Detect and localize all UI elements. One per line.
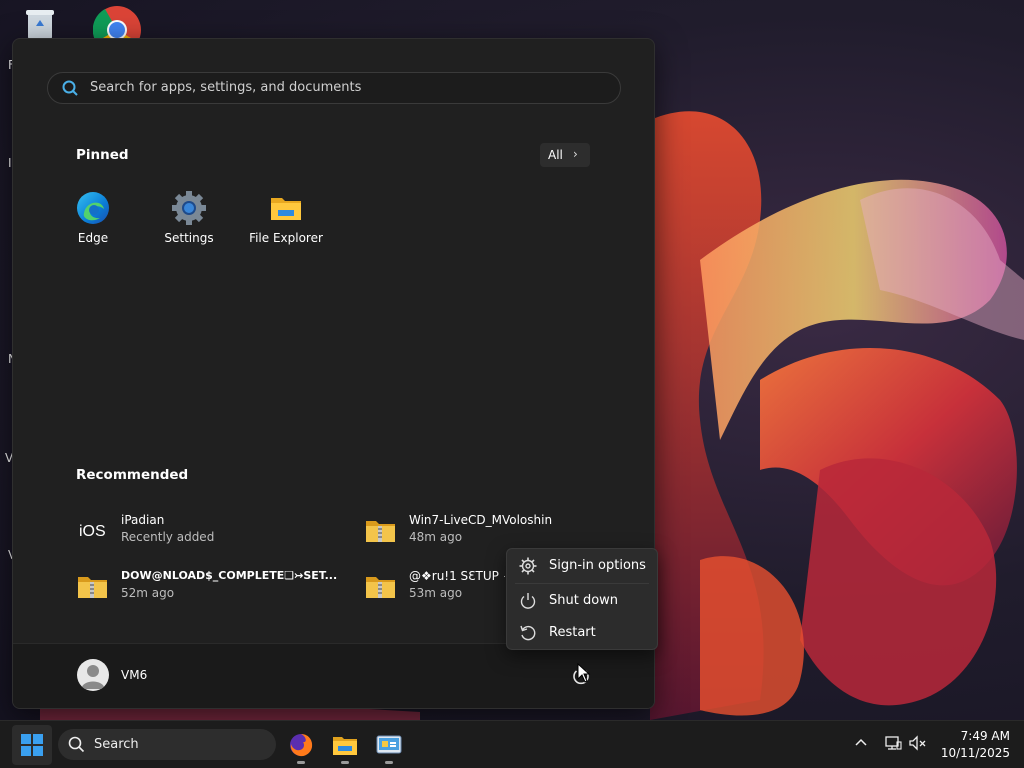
edge-icon [76, 191, 110, 225]
search-placeholder: Search for apps, settings, and documents [90, 80, 362, 95]
menu-item-label: Restart [549, 625, 596, 640]
taskbar-app-firefox[interactable] [283, 727, 319, 764]
running-indicator [341, 761, 349, 764]
taskbar-app-file-explorer[interactable] [327, 727, 363, 764]
pinned-app-label: Edge [77, 231, 109, 245]
restart-icon [519, 624, 537, 642]
desktop-label-fragment: I [8, 156, 12, 170]
sign-in-options-item[interactable]: Sign-in options [507, 551, 657, 581]
recommended-name: DOW@NLOAD$_COMPLETE❏↣SET... [121, 569, 338, 582]
pinned-app-label: File Explorer [249, 231, 323, 245]
windows-logo-icon [21, 734, 43, 756]
recommended-item[interactable]: DOW@NLOAD$_COMPLETE❏↣SET... 52m ago [77, 567, 347, 607]
power-icon [519, 592, 537, 610]
zip-folder-icon [365, 515, 397, 545]
taskbar-search-label: Search [94, 737, 139, 752]
show-hidden-icons-chevron-icon[interactable] [853, 734, 869, 754]
search-icon [62, 80, 78, 100]
pinned-app-edge[interactable]: Edge [48, 179, 138, 251]
recommended-time: Recently added [121, 530, 215, 544]
pinned-title: Pinned [76, 147, 129, 163]
file-explorer-icon [332, 733, 358, 761]
taskbar-search[interactable]: Search [58, 729, 276, 760]
settings-gear-icon [172, 191, 206, 225]
recommended-time: 48m ago [409, 530, 463, 544]
recommended-time: 53m ago [409, 586, 463, 600]
start-search-box[interactable]: Search for apps, settings, and documents [47, 72, 621, 104]
running-indicator [385, 761, 393, 764]
shut-down-item[interactable]: Shut down [507, 586, 657, 616]
ios-icon: iOS [77, 515, 109, 545]
zip-folder-icon [365, 571, 397, 601]
running-indicator [297, 761, 305, 764]
recommended-name: @❖ru!1 SƐTUP {(6 [409, 569, 505, 583]
chevron-right-icon: › [573, 147, 578, 161]
taskbar: Search 7:49 AM 10/11/2025 [0, 720, 1024, 768]
recommended-item[interactable]: iOS iPadian Recently added [77, 511, 337, 551]
restart-item[interactable]: Restart [507, 618, 657, 648]
search-icon [68, 736, 85, 757]
folder-icon [269, 191, 303, 225]
user-avatar[interactable] [77, 659, 109, 691]
menu-item-label: Sign-in options [549, 558, 646, 573]
recommended-time: 52m ago [121, 586, 175, 600]
recommended-item[interactable]: @❖ru!1 SƐTUP {(6 53m ago [365, 567, 505, 607]
control-panel-icon [376, 733, 402, 761]
recommended-item[interactable]: Win7-LiveCD_MVoloshin 48m ago [365, 511, 615, 551]
power-menu: Sign-in options Shut down Restart [506, 548, 658, 650]
menu-divider [515, 583, 649, 584]
gear-icon [519, 557, 537, 575]
clock-date: 10/11/2025 [940, 746, 1010, 760]
recycle-bin-icon[interactable] [22, 8, 58, 40]
zip-folder-icon [77, 571, 109, 601]
network-icon[interactable] [884, 734, 902, 756]
clock-time: 7:49 AM [960, 729, 1010, 743]
start-button[interactable] [12, 725, 52, 765]
pinned-app-file-explorer[interactable]: File Explorer [241, 179, 331, 251]
system-clock[interactable]: 7:49 AM 10/11/2025 [930, 728, 1010, 762]
recommended-title: Recommended [76, 467, 189, 483]
mouse-cursor [577, 662, 591, 687]
user-name[interactable]: VM6 [121, 668, 147, 682]
all-apps-label: All [548, 148, 563, 162]
recommended-name: Win7-LiveCD_MVoloshin [409, 513, 553, 527]
start-footer: VM6 [13, 643, 654, 708]
taskbar-app-control-panel[interactable] [371, 727, 407, 764]
menu-item-label: Shut down [549, 593, 619, 608]
chrome-icon[interactable] [92, 6, 141, 55]
pinned-app-label: Settings [164, 231, 214, 245]
all-apps-button[interactable]: All › [540, 143, 590, 167]
svg-text:iOS: iOS [79, 523, 106, 540]
pinned-app-settings[interactable]: Settings [144, 179, 234, 251]
volume-muted-icon[interactable] [908, 734, 928, 756]
firefox-icon [289, 733, 313, 761]
recommended-name: iPadian [121, 513, 165, 527]
